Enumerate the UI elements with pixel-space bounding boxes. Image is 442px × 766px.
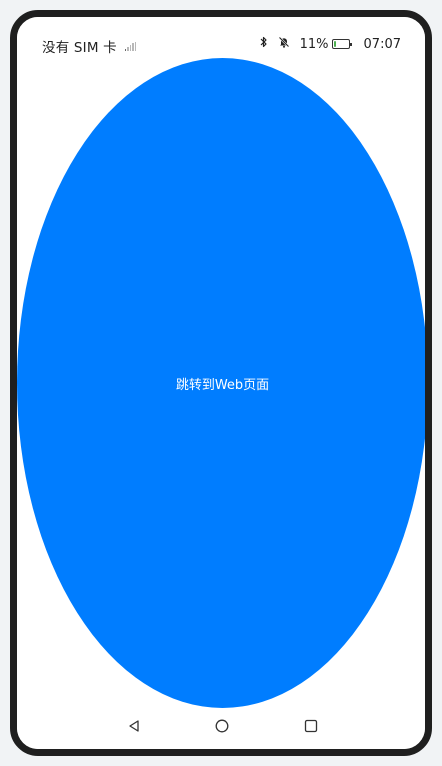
battery-percent: 11% bbox=[299, 36, 329, 52]
jump-to-web-label: 跳转到Web页面 bbox=[175, 377, 270, 393]
battery-indicator: 11% bbox=[299, 36, 352, 52]
status-left: 没有 SIM 卡 bbox=[42, 36, 137, 56]
carrier-label: 没有 SIM 卡 bbox=[42, 40, 117, 56]
battery-icon bbox=[331, 39, 352, 49]
phone-frame: 没有 SIM 卡 11% 07:07 跳转到Web页面 bbox=[10, 10, 432, 756]
square-recent-icon[interactable] bbox=[304, 718, 318, 737]
status-bar: 没有 SIM 卡 11% 07:07 bbox=[17, 17, 425, 63]
bell-off-icon bbox=[278, 36, 290, 52]
status-right: 11% 07:07 bbox=[260, 36, 401, 52]
triangle-back-icon[interactable] bbox=[127, 718, 141, 737]
clock: 07:07 bbox=[363, 36, 401, 52]
signal-none-icon bbox=[124, 41, 137, 51]
circle-home-icon[interactable] bbox=[215, 718, 229, 737]
battery-fill bbox=[333, 41, 336, 47]
jump-to-web-button[interactable]: 跳转到Web页面 bbox=[17, 58, 425, 708]
navigation-bar bbox=[17, 709, 425, 749]
bluetooth-icon bbox=[260, 36, 268, 52]
screen: 没有 SIM 卡 11% 07:07 跳转到Web页面 bbox=[17, 17, 425, 749]
